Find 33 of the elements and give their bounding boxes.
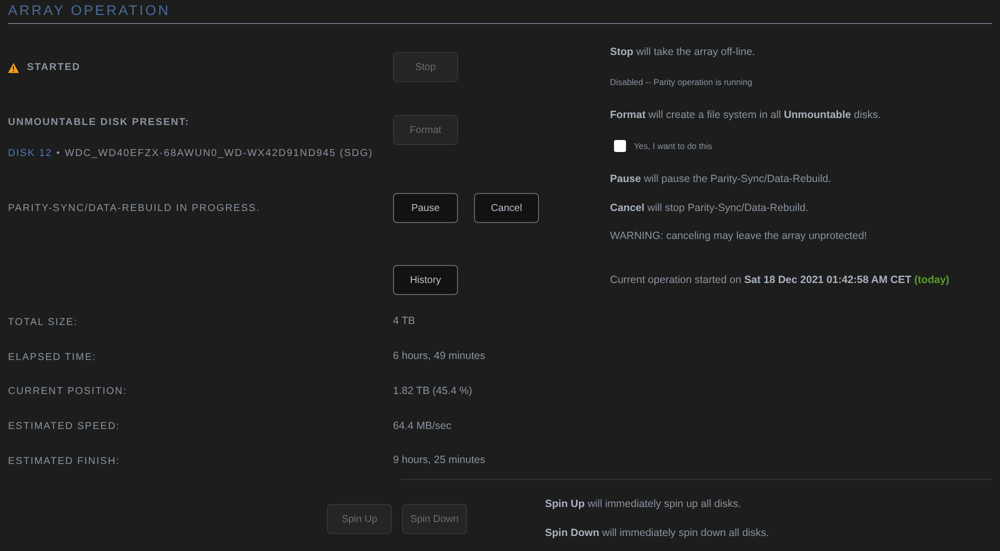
warning-icon [8,62,19,72]
status-label: STARTED [27,61,80,75]
description: Spin Down will immediately spin down all disks. [545,527,770,541]
today-label: (today) [914,274,950,286]
stat-value: 1.82 TB (45.4 %) [393,384,474,399]
stat-value: 64.4 MB/sec [393,418,452,434]
description: Cancel will stop Parity-Sync/Data-Rebuild. [610,202,810,216]
section-heading: UNMOUNTABLE DISK PRESENT: [8,116,190,130]
status-text: PARITY-SYNC/DATA-REBUILD IN PROGRESS. [8,202,262,216]
page-title: ARRAY OPERATION [8,0,992,24]
stat-value: 4 TB [393,314,416,330]
stat-value: 6 hours, 49 minutes [393,349,486,364]
stat-value: 9 hours, 25 minutes [393,453,486,468]
description: Spin Up will immediately spin up all disks. [545,498,742,512]
description: WARNING: canceling may leave the array unprotected! [610,230,868,244]
disabled-note: Disabled -- Parity operation is running [610,76,754,88]
action-button[interactable]: History [393,265,458,295]
description: Pause will pause the Parity-Sync/Data-Rebuild. [610,173,832,187]
stat-label: CURRENT POSITION: [8,385,128,400]
action-button[interactable]: Pause [393,193,458,223]
stat-label: TOTAL SIZE: [8,316,79,330]
disk-link[interactable]: DISK 12 [8,148,52,159]
disk-name: WDC_WD40EFZX-68AWUN0_WD-WX42D91ND945 (SDG) [64,148,374,159]
checkbox[interactable] [614,140,626,152]
stat-label: ELAPSED TIME: [8,350,98,365]
stat-label: ESTIMATED SPEED: [8,420,121,434]
checkbox-label: Yes, I want to do this [634,140,712,152]
description: Stop will take the array off-line. [610,46,756,60]
description: Current operation started on Sat 18 Dec 2021 01:42:58 AM CET (today) [610,274,950,288]
description: Format will create a file system in all Unmountable disks. [610,109,882,123]
action-button[interactable]: Cancel [474,193,539,223]
separator: • [56,148,61,159]
stat-label: ESTIMATED FINISH: [8,454,121,469]
